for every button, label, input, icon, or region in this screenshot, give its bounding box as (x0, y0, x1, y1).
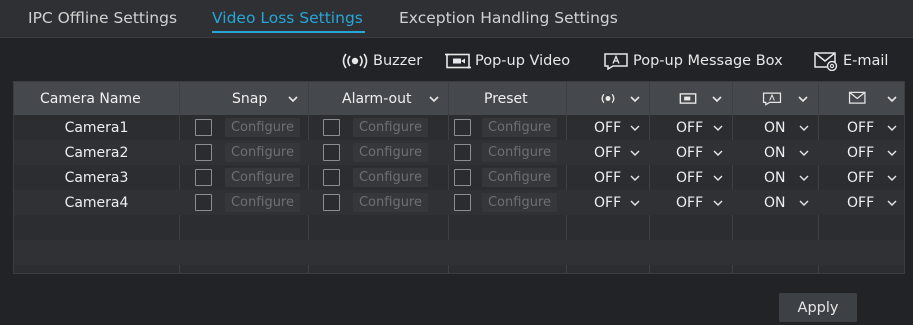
buzzer-select[interactable]: OFF (594, 140, 621, 165)
chevron-down-icon[interactable] (799, 123, 809, 133)
video-loss-table: Camera Name Snap Alarm-out Preset Camera… (13, 81, 905, 274)
legend-popup-video-label: Pop-up Video (475, 53, 571, 69)
tab-bar: IPC Offline Settings Video Loss Settings… (0, 0, 913, 38)
chevron-down-icon[interactable] (630, 94, 640, 104)
chevron-down-icon[interactable] (713, 198, 723, 208)
chevron-down-icon[interactable] (288, 94, 298, 104)
legend-popup-video: Pop-up Video (445, 48, 570, 74)
apply-button[interactable]: Apply (779, 293, 857, 322)
snap-configure-button[interactable]: Configure (225, 143, 300, 162)
chevron-down-icon[interactable] (799, 173, 809, 183)
buzzer-icon (601, 93, 615, 104)
camera-name: Camera2 (64, 144, 129, 161)
email-select[interactable]: OFF (847, 165, 874, 190)
preset-configure-button[interactable]: Configure (482, 193, 557, 212)
snap-configure-button[interactable]: Configure (225, 193, 300, 212)
chevron-down-icon[interactable] (630, 173, 640, 183)
alarm-out-checkbox[interactable] (323, 119, 340, 136)
buzzer-select[interactable]: OFF (594, 165, 621, 190)
alarm-out-checkbox[interactable] (323, 194, 340, 211)
popup-message-icon (604, 53, 628, 70)
table-row: Camera2 Configure Configure Configure OF… (14, 140, 904, 165)
chevron-down-icon[interactable] (887, 148, 897, 158)
chevron-down-icon[interactable] (887, 198, 897, 208)
chevron-down-icon[interactable] (713, 123, 723, 133)
preset-checkbox[interactable] (454, 119, 471, 136)
snap-checkbox[interactable] (195, 144, 212, 161)
alarm-out-configure-button[interactable]: Configure (353, 118, 428, 137)
alarm-out-configure-button[interactable]: Configure (353, 193, 428, 212)
legend-popup-message-label: Pop-up Message Box (633, 53, 783, 69)
chevron-down-icon[interactable] (630, 198, 640, 208)
snap-checkbox[interactable] (195, 194, 212, 211)
alarm-out-checkbox[interactable] (323, 169, 340, 186)
preset-checkbox[interactable] (454, 144, 471, 161)
preset-checkbox[interactable] (454, 194, 471, 211)
buzzer-select[interactable]: OFF (594, 115, 621, 140)
legend-email: E-mail (813, 48, 888, 74)
chevron-down-icon[interactable] (630, 123, 640, 133)
table-row-empty (14, 240, 904, 265)
tab-video-loss-settings[interactable]: Video Loss Settings (212, 9, 365, 33)
popup-video-icon (679, 93, 697, 104)
header-alarm-out: Alarm-out (342, 90, 412, 107)
alarm-out-configure-button[interactable]: Configure (353, 168, 428, 187)
preset-configure-button[interactable]: Configure (482, 168, 557, 187)
tab-ipc-offline-settings[interactable]: IPC Offline Settings (28, 9, 177, 27)
snap-configure-button[interactable]: Configure (225, 168, 300, 187)
preset-configure-button[interactable]: Configure (482, 143, 557, 162)
email-select[interactable]: OFF (847, 115, 874, 140)
chevron-down-icon[interactable] (799, 148, 809, 158)
popup-message-select[interactable]: ON (764, 165, 786, 190)
chevron-down-icon[interactable] (713, 173, 723, 183)
chevron-down-icon[interactable] (798, 94, 808, 104)
popup-video-select[interactable]: OFF (676, 165, 703, 190)
snap-checkbox[interactable] (195, 169, 212, 186)
email-icon (814, 52, 838, 71)
table-row: Camera1 Configure Configure Configure OF… (14, 115, 904, 140)
header-preset: Preset (484, 90, 528, 107)
chevron-down-icon[interactable] (887, 173, 897, 183)
email-select[interactable]: OFF (847, 140, 874, 165)
legend-popup-message: Pop-up Message Box (603, 48, 783, 74)
alarm-out-configure-button[interactable]: Configure (353, 143, 428, 162)
popup-message-icon (762, 92, 782, 106)
email-select[interactable]: OFF (847, 190, 874, 215)
legend-buzzer: Buzzer (341, 48, 422, 74)
chevron-down-icon[interactable] (712, 94, 722, 104)
table-row: Camera3 Configure Configure Configure OF… (14, 165, 904, 190)
alarm-out-checkbox[interactable] (323, 144, 340, 161)
email-icon (848, 91, 866, 104)
camera-name: Camera3 (64, 169, 129, 186)
snap-checkbox[interactable] (195, 119, 212, 136)
table-row: Camera4 Configure Configure Configure OF… (14, 190, 904, 215)
preset-configure-button[interactable]: Configure (482, 118, 557, 137)
table-row-empty (14, 215, 904, 240)
preset-checkbox[interactable] (454, 169, 471, 186)
header-snap: Snap (232, 90, 268, 107)
chevron-down-icon[interactable] (887, 123, 897, 133)
popup-message-select[interactable]: ON (764, 190, 786, 215)
chevron-down-icon[interactable] (713, 148, 723, 158)
legend-buzzer-label: Buzzer (373, 53, 423, 69)
chevron-down-icon[interactable] (799, 198, 809, 208)
buzzer-select[interactable]: OFF (594, 190, 621, 215)
popup-video-select[interactable]: OFF (676, 140, 703, 165)
popup-message-select[interactable]: ON (764, 115, 786, 140)
popup-video-select[interactable]: OFF (676, 115, 703, 140)
table-header: Camera Name Snap Alarm-out Preset (14, 82, 904, 115)
snap-configure-button[interactable]: Configure (225, 118, 300, 137)
popup-video-icon (445, 53, 471, 69)
tab-exception-handling-settings[interactable]: Exception Handling Settings (399, 9, 618, 27)
legend-email-label: E-mail (843, 53, 889, 69)
popup-video-select[interactable]: OFF (676, 190, 703, 215)
header-camera-name: Camera Name (40, 90, 141, 107)
chevron-down-icon[interactable] (887, 94, 897, 104)
chevron-down-icon[interactable] (429, 94, 439, 104)
buzzer-icon (342, 53, 368, 69)
camera-name: Camera4 (64, 194, 129, 211)
popup-message-select[interactable]: ON (764, 140, 786, 165)
camera-name: Camera1 (64, 119, 129, 136)
chevron-down-icon[interactable] (630, 148, 640, 158)
